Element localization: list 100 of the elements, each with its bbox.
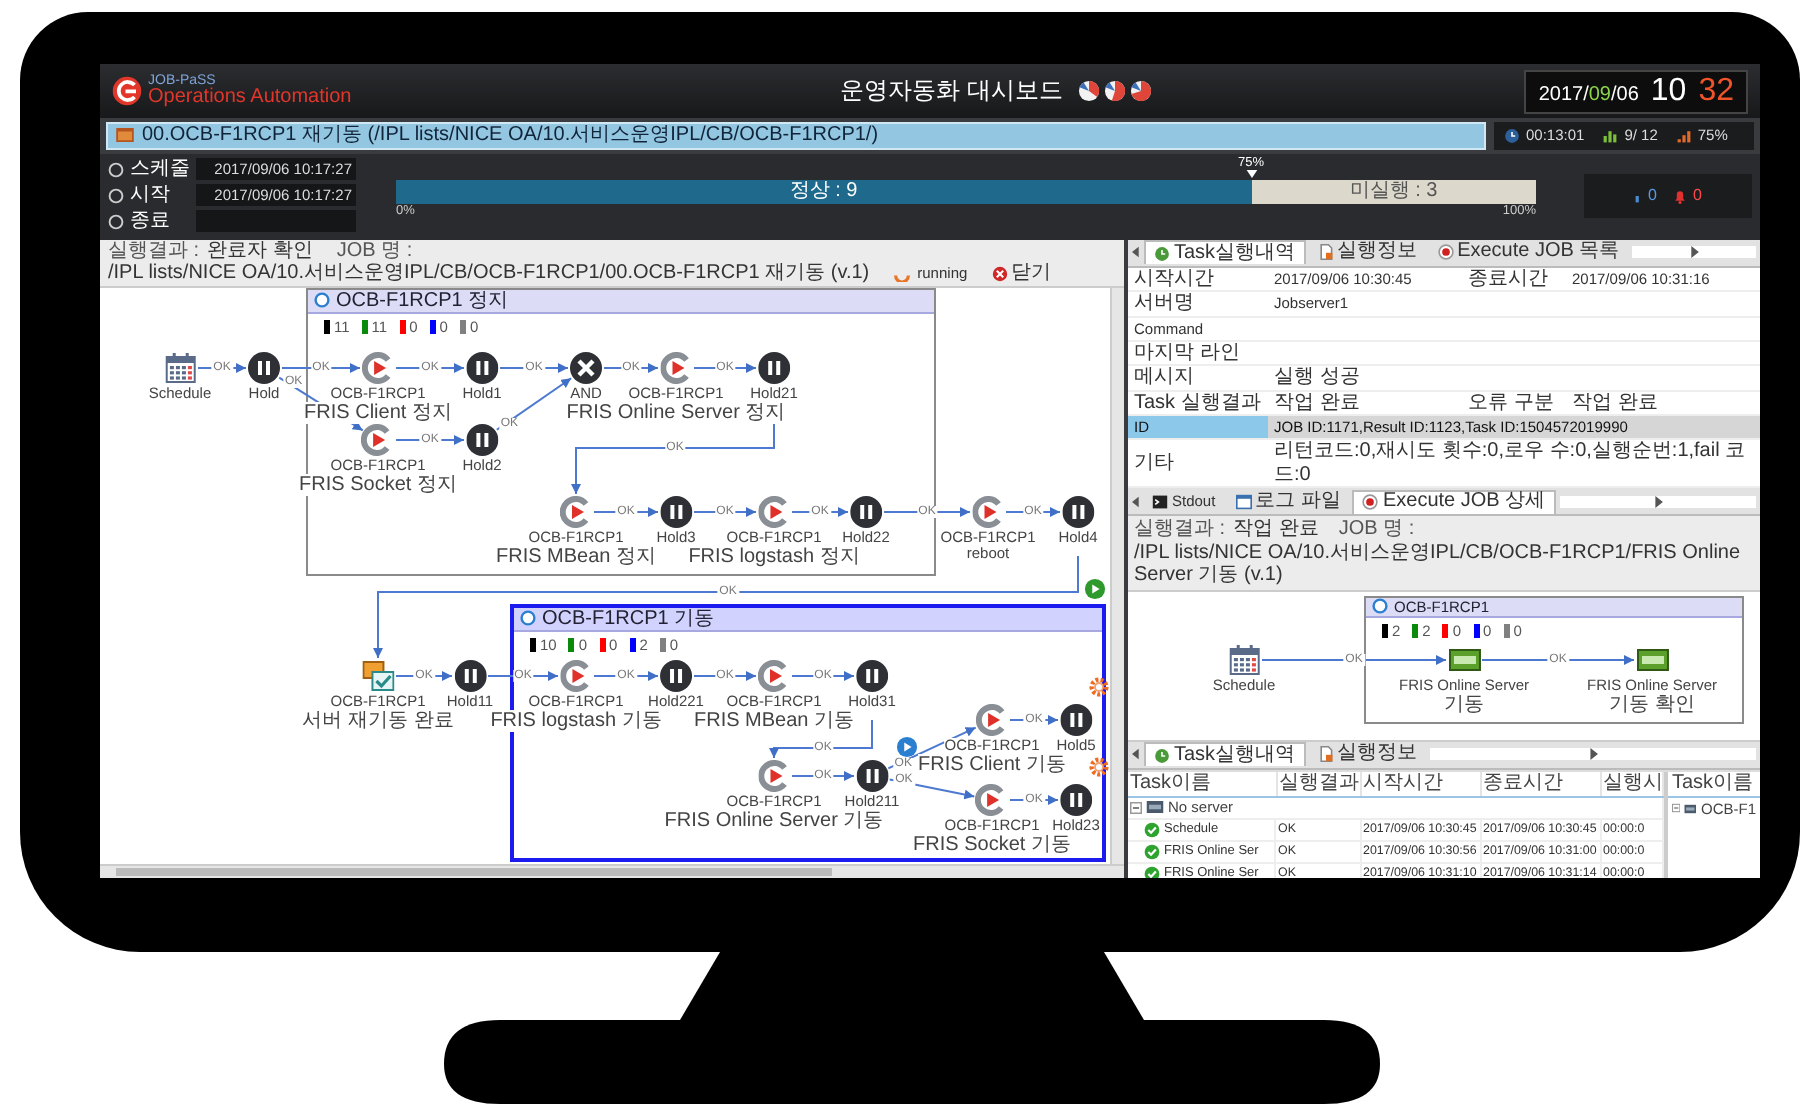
clock-date: 2017/09/06 <box>1538 83 1639 105</box>
play-icon <box>758 495 790 527</box>
tab[interactable]: 로그 파일 <box>1227 489 1349 513</box>
column-header[interactable]: 실행결과 <box>1276 771 1360 796</box>
group-title: OCB-F1RCP1 정지 <box>336 289 509 312</box>
dashboard-title: 운영자동화 대시보드 <box>840 74 1063 108</box>
tab[interactable]: Task실행내역 <box>1144 240 1306 264</box>
calendar-icon <box>164 351 196 383</box>
pause-icon <box>856 759 888 791</box>
close-button[interactable]: 닫기 <box>991 262 1052 285</box>
signal-bars-icon <box>1675 127 1692 144</box>
connector-arrow <box>593 670 659 680</box>
node-label: FRIS Socket 정지 <box>299 474 457 497</box>
record-icon <box>1437 244 1454 260</box>
column-header[interactable]: 종료시간 <box>1480 771 1600 796</box>
pause-icon <box>660 659 692 691</box>
scroll-left-icon[interactable] <box>1132 748 1140 760</box>
pause-icon <box>454 659 486 691</box>
play-icon <box>560 495 592 527</box>
warning-count: 0 <box>1648 185 1657 205</box>
tab[interactable]: Execute JOB 목록 <box>1429 240 1628 264</box>
toolbar-label: JOB 명 : <box>336 239 413 262</box>
pie-chart-icon[interactable] <box>1104 80 1127 102</box>
progress-done-label: 정상 : 9 <box>789 179 858 203</box>
column-header[interactable]: 시작시간 <box>1360 771 1480 796</box>
column-header[interactable]: 실행시 <box>1600 771 1663 796</box>
logo-title: Operations Automation <box>148 88 352 108</box>
job-title: 00.OCB-F1RCP1 재기동 (/IPL lists/NICE OA/10.서비스운영IPL/CB/OCB-F1RCP1/) <box>142 124 879 147</box>
play-icon <box>758 759 790 791</box>
pause-icon <box>248 351 280 383</box>
tab[interactable]: Execute JOB 상세 <box>1352 489 1556 513</box>
pause-icon <box>1062 495 1094 527</box>
scrollbar-thumb[interactable] <box>116 868 833 876</box>
play-icon <box>660 351 692 383</box>
pause-icon <box>660 495 692 527</box>
toolbar-value: 완료자 확인 <box>207 239 313 262</box>
column-header[interactable]: Task이름 <box>1128 771 1276 796</box>
calendar-icon <box>1228 643 1260 675</box>
column-header[interactable]: Task이름 <box>1668 771 1760 797</box>
node-label: FRIS logstash 기동 <box>490 710 662 733</box>
schedule-label: 시작 <box>130 183 172 207</box>
server-icon <box>1448 643 1480 675</box>
record-icon <box>1362 494 1379 510</box>
play-icon <box>972 495 1004 527</box>
connector-arrow <box>197 362 247 372</box>
toolbar-value: /IPL lists/NICE OA/10.서비스운영IPL/CB/OCB-F1RCP1/FRIS Online Server 기동 (v.1) <box>1134 541 1742 587</box>
pause-icon <box>1060 703 1092 735</box>
pie-chart-icon[interactable] <box>1078 80 1101 102</box>
document-icon <box>1317 746 1334 762</box>
check-icon <box>1144 821 1160 837</box>
play-icon[interactable] <box>1084 577 1106 599</box>
node-label: FRIS MBean 정지 <box>495 546 657 569</box>
pause-icon <box>1060 783 1092 815</box>
collapse-icon[interactable] <box>1672 802 1681 814</box>
pie-chart-icon[interactable] <box>1130 80 1153 102</box>
terminal-icon <box>1152 493 1168 509</box>
play-icon <box>362 351 394 383</box>
circle-icon <box>108 187 124 203</box>
connector-arrow <box>281 362 361 372</box>
toolbar-label: 실행결과 : <box>108 239 200 262</box>
detail-label: 시작시간 <box>1128 267 1268 291</box>
progress-rest-label: 미실행 : 3 <box>1349 179 1438 203</box>
play-icon[interactable] <box>896 735 918 757</box>
connector-arrow <box>1009 714 1059 724</box>
detail-label: 종료시간 <box>1462 267 1566 291</box>
circle-icon <box>520 610 536 627</box>
error-count: 0 <box>1693 185 1702 205</box>
node-label: FRIS Client 기동 <box>918 754 1066 777</box>
server-icon <box>1146 800 1164 814</box>
play-icon <box>758 659 790 691</box>
close-icon <box>991 265 1008 282</box>
group-title: OCB-F1RCP1 기동 <box>542 607 715 630</box>
tab[interactable]: 실행정보 <box>1309 240 1426 264</box>
tab[interactable]: Task실행내역 <box>1144 742 1306 766</box>
connector-arrow <box>593 506 659 516</box>
node-label: FRIS Socket 기동 <box>913 834 1071 857</box>
scroll-right-icon[interactable] <box>1631 246 1756 258</box>
folder-icon <box>116 128 134 143</box>
message-check-icon <box>362 659 394 691</box>
node-label: 서버 재기동 완료 <box>302 710 454 733</box>
server-icon <box>1684 801 1697 815</box>
pause-icon <box>850 495 882 527</box>
connector-arrow <box>603 362 659 372</box>
check-icon <box>1144 843 1160 859</box>
pause-icon <box>758 351 790 383</box>
document-icon <box>1317 244 1334 260</box>
clock-hour: 10 <box>1650 73 1687 109</box>
scrollbar[interactable] <box>100 864 1124 878</box>
tab[interactable]: 실행정보 <box>1309 742 1426 766</box>
bar-chart-icon <box>1602 127 1619 144</box>
scroll-left-icon[interactable] <box>1132 246 1140 258</box>
node-label: FRIS logstash 정지 <box>688 546 860 569</box>
scrollbar[interactable] <box>1110 287 1124 864</box>
cross-icon <box>570 351 602 383</box>
collapse-icon[interactable] <box>1130 801 1142 813</box>
node-label: FRIS Online Server 기동 <box>664 810 884 833</box>
pause-icon <box>856 659 888 691</box>
connector-arrow <box>1005 506 1061 516</box>
scroll-left-icon[interactable] <box>1132 495 1140 507</box>
clock-icon <box>1154 747 1170 763</box>
